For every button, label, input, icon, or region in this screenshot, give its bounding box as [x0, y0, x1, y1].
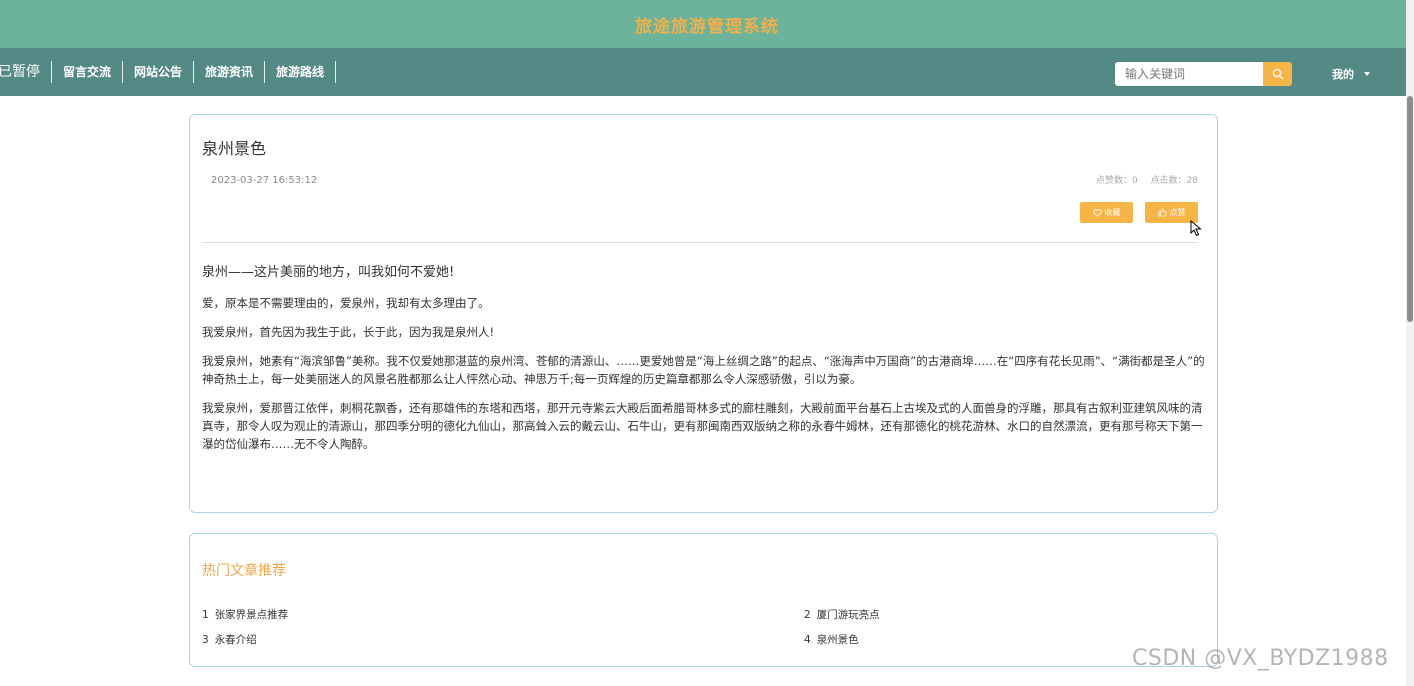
- heart-icon: [1092, 208, 1102, 217]
- watermark: CSDN @VX_BYDZ1988: [1132, 646, 1389, 671]
- nav-item-travel-routes[interactable]: 旅游路线: [265, 61, 337, 83]
- article-paragraph: 我爱泉州，她素有“海滨邹鲁”美称。我不仅爱她那湛蓝的泉州湾、苍郁的清源山、……更…: [202, 354, 1205, 386]
- scrollbar[interactable]: [1406, 0, 1414, 686]
- click-count: 点击数：28: [1150, 176, 1198, 186]
- scrollbar-thumb[interactable]: [1407, 96, 1413, 322]
- nav-item-paused[interactable]: 已暂停: [0, 61, 52, 83]
- article-title: 泉州景色: [202, 139, 267, 158]
- favorite-button[interactable]: 收藏: [1080, 202, 1133, 223]
- hot-article-label: 泉州景色: [816, 634, 859, 646]
- hot-article-number: 1: [202, 609, 209, 621]
- article-paragraph: 爱，原本是不需要理由的，爱泉州，我却有太多理由了。: [202, 296, 490, 310]
- user-menu[interactable]: 我的: [1332, 66, 1370, 82]
- like-count: 点赞数：0: [1095, 176, 1138, 186]
- nav-menu: 已暂停 留言交流 网站公告 旅游资讯 旅游路线: [0, 48, 337, 96]
- app-header: 旅途旅游管理系统: [0, 0, 1414, 48]
- hot-article-item[interactable]: 2 厦门游玩亮点: [804, 607, 880, 622]
- article-paragraph: 我爱泉州，爱那晋江依伴，刺桐花飘香，还有那雄伟的东塔和西塔，那开元寺紫云大殿后面…: [202, 401, 1203, 451]
- like-label: 点赞: [1169, 208, 1186, 217]
- hot-article-number: 4: [804, 634, 811, 646]
- hot-article-label: 张家界景点推荐: [214, 609, 289, 621]
- user-menu-label: 我的: [1332, 68, 1354, 81]
- hot-article-item[interactable]: 1 张家界景点推荐: [202, 607, 288, 622]
- article-card: 泉州景色 2023-03-27 16:53:12 点赞数：0 点击数：28 收藏…: [189, 114, 1218, 513]
- article-paragraph: 泉州——这片美丽的地方，叫我如何不爱她!: [202, 265, 455, 280]
- nav-item-announcements[interactable]: 网站公告: [123, 61, 195, 83]
- article-stats: 点赞数：0 点击数：28: [1086, 173, 1198, 186]
- chevron-down-icon: [1364, 72, 1370, 76]
- article-paragraph: 我爱泉州，首先因为我生于此，长于此，因为我是泉州人!: [202, 325, 495, 339]
- article-date: 2023-03-27 16:53:12: [211, 175, 318, 186]
- hot-article-label: 永春介绍: [214, 634, 257, 646]
- article-content: 泉州——这片美丽的地方，叫我如何不爱她! 爱，原本是不需要理由的，爱泉州，我却有…: [202, 264, 1207, 464]
- hot-article-number: 3: [202, 634, 209, 646]
- search-icon: [1272, 68, 1283, 80]
- app-title: 旅途旅游管理系统: [635, 16, 779, 37]
- thumbs-up-icon: [1157, 208, 1167, 217]
- nav-item-travel-news[interactable]: 旅游资讯: [194, 61, 266, 83]
- favorite-label: 收藏: [1104, 208, 1121, 217]
- search-button[interactable]: [1263, 62, 1292, 86]
- hot-article-number: 2: [804, 609, 811, 621]
- search-box: [1115, 62, 1292, 86]
- mouse-cursor-icon: [1190, 220, 1202, 237]
- nav-bar: 已暂停 留言交流 网站公告 旅游资讯 旅游路线: [0, 48, 1414, 96]
- hot-articles-card: 热门文章推荐 1 张家界景点推荐 2 厦门游玩亮点 3 永春介绍 4 泉州景色: [189, 533, 1218, 667]
- divider: [202, 242, 1198, 243]
- nav-item-messages[interactable]: 留言交流: [52, 61, 124, 83]
- hot-article-label: 厦门游玩亮点: [816, 609, 880, 621]
- hot-article-item[interactable]: 4 泉州景色: [804, 632, 859, 647]
- hot-article-item[interactable]: 3 永春介绍: [202, 632, 257, 647]
- search-input[interactable]: [1115, 62, 1263, 86]
- hot-articles-title: 热门文章推荐: [202, 563, 286, 579]
